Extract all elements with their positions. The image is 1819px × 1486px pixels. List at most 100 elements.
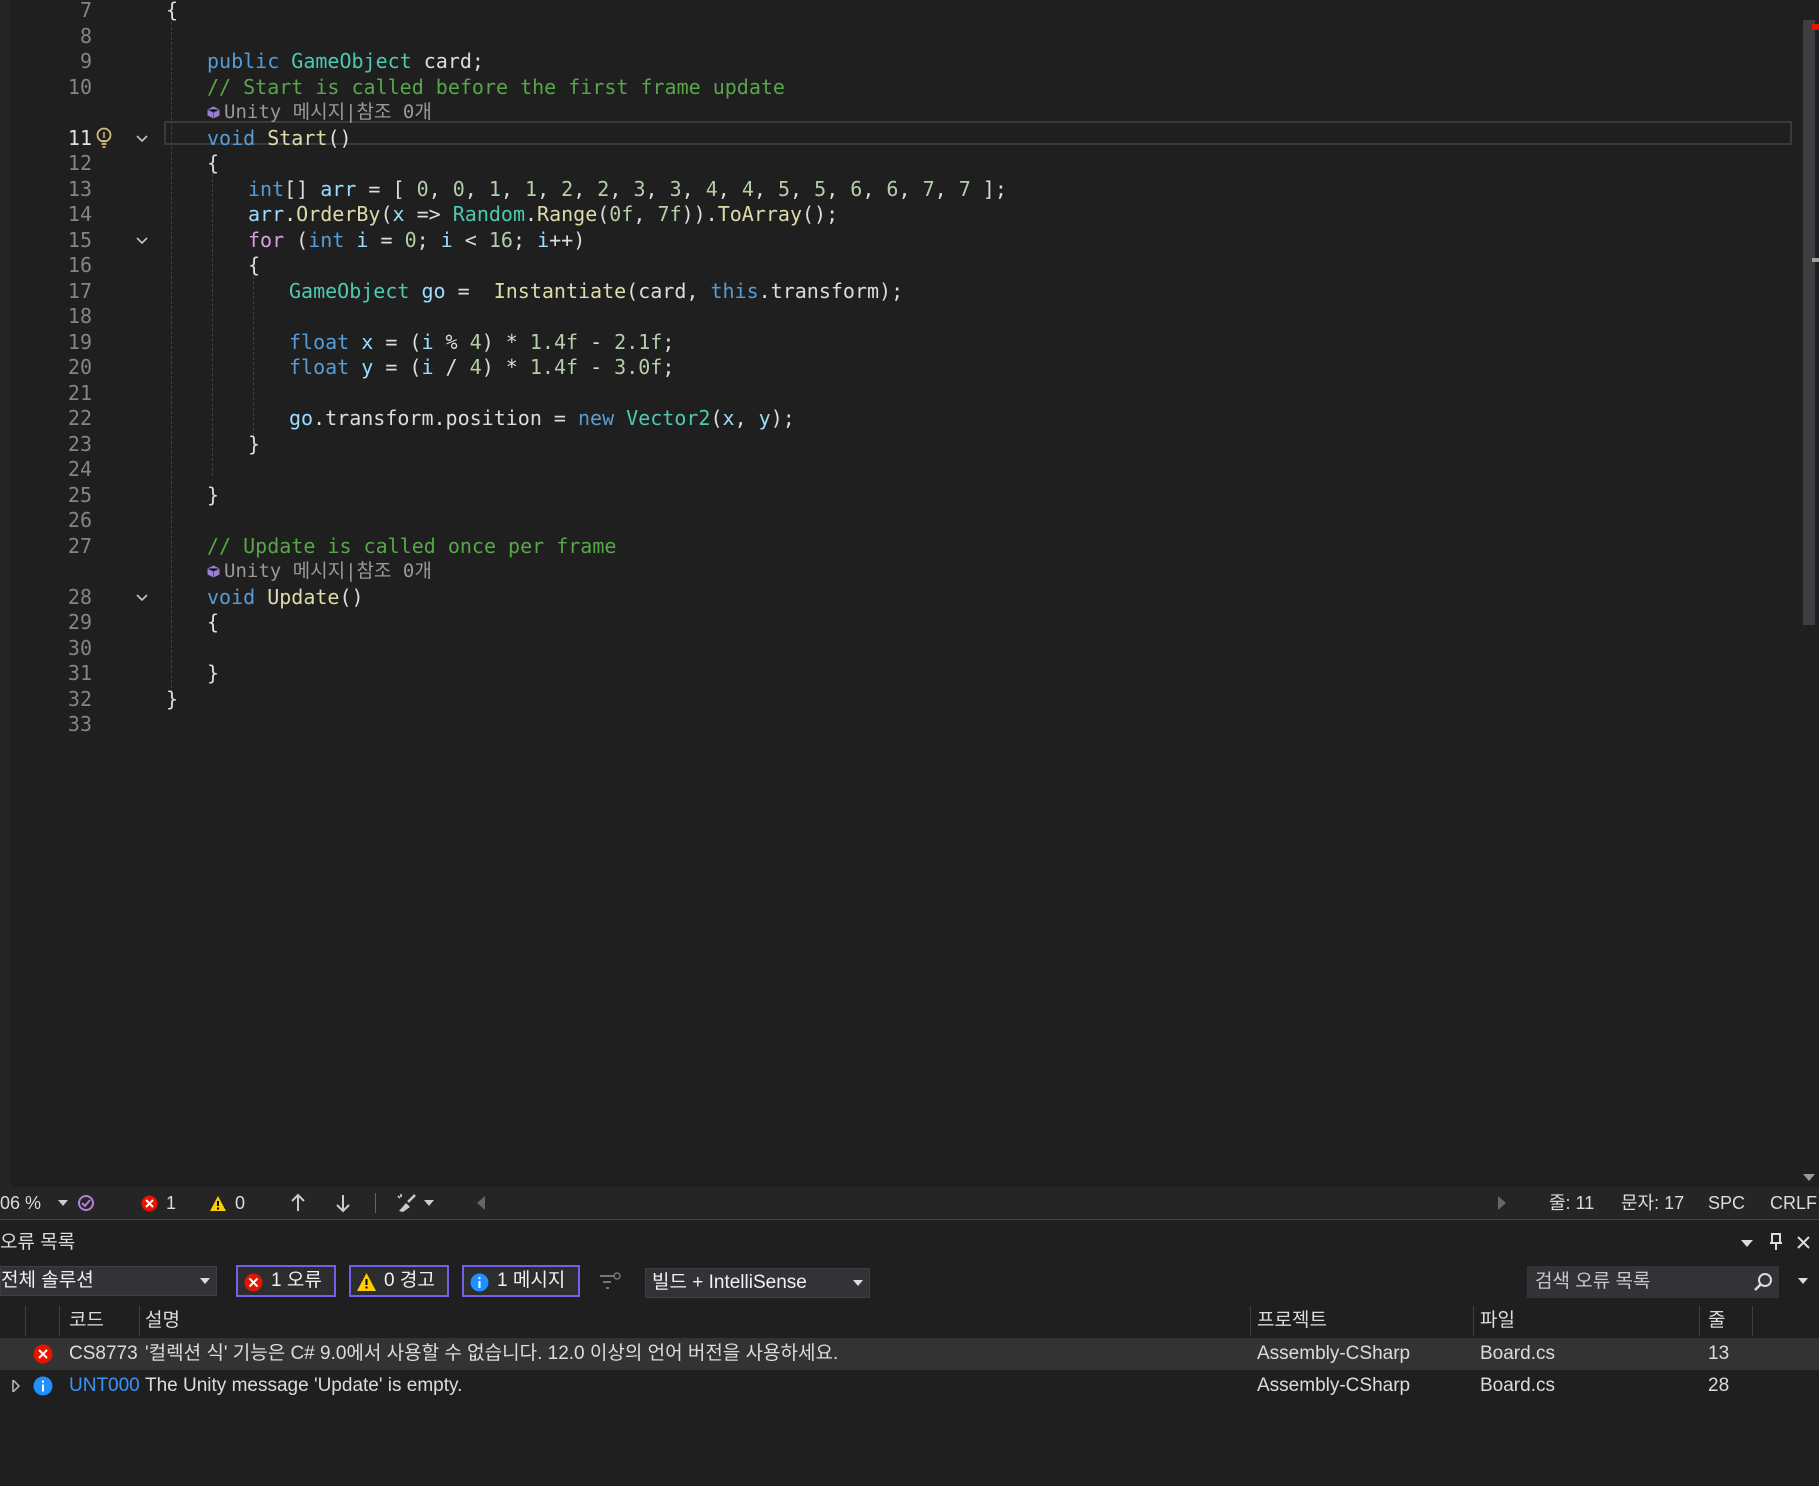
pin-icon[interactable]: [1769, 1233, 1783, 1251]
fold-chevron-icon[interactable]: [134, 590, 150, 606]
line-number: 15: [67, 227, 92, 252]
code-line[interactable]: 10 // Start is called before the first fr…: [0, 75, 1800, 101]
code-line[interactable]: 30: [0, 636, 1800, 662]
line-ending-mode[interactable]: CRLF: [1770, 1187, 1817, 1219]
zoom-level[interactable]: 06 %: [0, 1187, 41, 1219]
code-text: void Start(): [207, 125, 352, 150]
code-line[interactable]: 26: [0, 508, 1800, 534]
code-line[interactable]: 28 void Update(): [0, 585, 1800, 611]
code-line[interactable]: 27 // Update is called once per frame: [0, 534, 1800, 560]
code-line[interactable]: 12 {: [0, 151, 1800, 177]
editor-status-bar: 06 % 1 0 줄: 11 문자: 17 SPC CRLF: [0, 1187, 1819, 1219]
code-line[interactable]: 22 go.transform.position = new Vector2(x,…: [0, 406, 1800, 432]
code-line[interactable]: 20 float y = (i / 4) * 1.4f - 3.0f;: [0, 355, 1800, 381]
code-editor[interactable]: 7{8 9 public GameObject card; 10// Start is…: [0, 0, 1819, 1187]
warnings-filter-button[interactable]: 0 경고: [349, 1265, 449, 1297]
caret-line[interactable]: 줄: 11: [1549, 1187, 1594, 1219]
warning-count-icon[interactable]: [209, 1195, 227, 1212]
unity-cube-icon: [207, 106, 220, 119]
code-cleanup-brush-icon[interactable]: [396, 1193, 418, 1213]
row-line: 28: [1708, 1375, 1730, 1396]
error-list-title: 오류 목록: [0, 1232, 76, 1253]
codelens-hint[interactable]: Unity 메시지|참조 0개: [207, 100, 432, 126]
close-icon[interactable]: [1796, 1235, 1811, 1250]
code-text: for (int i = 0; i < 16; i++): [248, 227, 586, 252]
caret-column[interactable]: 문자: 17: [1621, 1187, 1684, 1219]
scroll-right-arrow-icon[interactable]: [1497, 1196, 1507, 1210]
code-line[interactable]: 24: [0, 457, 1800, 483]
error-count-icon[interactable]: [141, 1195, 158, 1212]
code-line[interactable]: 17 GameObject go = Instantiate(card, this…: [0, 279, 1800, 305]
scroll-left-arrow-icon[interactable]: [476, 1196, 486, 1210]
code-line[interactable]: 7{: [0, 0, 1800, 24]
lightbulb-icon[interactable]: [94, 127, 114, 149]
code-text: arr.OrderBy(x => Random.Range(0f, 7f)).T…: [248, 202, 839, 226]
code-line[interactable]: 11 void Start(): [0, 126, 1800, 152]
line-number: 17: [67, 278, 92, 303]
row-code-link[interactable]: UNT0001: [69, 1370, 139, 1402]
code-line[interactable]: Unity 메시지|참조 0개: [0, 100, 1800, 126]
column-extra: [1753, 1306, 1819, 1336]
search-errors-placeholder: 검색 오류 목록: [1535, 1271, 1651, 1292]
scope-dropdown[interactable]: 전체 솔루션: [0, 1266, 217, 1296]
column-header-code[interactable]: 코드: [60, 1306, 140, 1336]
messages-filter-button[interactable]: 1 메시지: [462, 1265, 580, 1297]
column-header-line[interactable]: 줄: [1700, 1306, 1753, 1336]
code-line[interactable]: 15 for (int i = 0; i < 16; i++): [0, 228, 1800, 254]
search-errors-input[interactable]: 검색 오류 목록: [1527, 1266, 1779, 1298]
cleanup-dropdown-icon[interactable]: [424, 1199, 434, 1207]
code-line[interactable]: 8: [0, 24, 1800, 50]
row-file: Board.cs: [1480, 1343, 1555, 1364]
error-list-panel: 오류 목록 전체 솔루션 1 오류 0 경고 1 메시지 빌드 + Intell…: [0, 1228, 1819, 1486]
line-number: 14: [67, 202, 92, 226]
row-code[interactable]: CS8773: [69, 1338, 139, 1370]
line-number: 21: [67, 380, 92, 405]
search-options-dropdown-icon[interactable]: [1798, 1278, 1808, 1285]
column-header-description[interactable]: 설명: [140, 1306, 1251, 1336]
search-icon[interactable]: [1753, 1272, 1773, 1292]
fold-chevron-icon[interactable]: [134, 233, 150, 249]
next-issue-arrow-icon[interactable]: [335, 1193, 351, 1213]
warning-count[interactable]: 0: [235, 1187, 245, 1219]
code-line[interactable]: Unity 메시지|참조 0개: [0, 559, 1800, 585]
zoom-dropdown-icon[interactable]: [58, 1199, 68, 1207]
filter-options-icon[interactable]: [598, 1272, 622, 1292]
column-header-file[interactable]: 파일: [1474, 1306, 1700, 1336]
fold-chevron-icon[interactable]: [134, 131, 150, 147]
errors-filter-button[interactable]: 1 오류: [236, 1265, 336, 1297]
line-number: 26: [67, 508, 92, 532]
previous-issue-arrow-icon[interactable]: [290, 1193, 306, 1213]
code-line[interactable]: 25}: [0, 483, 1800, 509]
scope-dropdown-value: 전체 솔루션: [1, 1270, 94, 1291]
source-dropdown[interactable]: 빌드 + IntelliSense: [645, 1268, 870, 1298]
code-area[interactable]: 7{8 9 public GameObject card; 10// Start is…: [0, 0, 1800, 1187]
error-list-row[interactable]: UNT0001 The Unity message 'Update' is em…: [0, 1370, 1819, 1402]
code-line[interactable]: 16 {: [0, 253, 1800, 279]
code-line[interactable]: 31}: [0, 661, 1800, 687]
panel-menu-dropdown-icon[interactable]: [1741, 1239, 1753, 1248]
panel-splitter[interactable]: [0, 1219, 1819, 1228]
column-header-project[interactable]: 프로젝트: [1251, 1306, 1474, 1336]
code-text: }: [248, 431, 261, 456]
code-line[interactable]: 29 {: [0, 610, 1800, 636]
code-line[interactable]: 21: [0, 381, 1800, 407]
column-severity[interactable]: [26, 1306, 60, 1336]
error-count[interactable]: 1: [166, 1187, 176, 1219]
vertical-scrollbar[interactable]: [1800, 0, 1819, 1187]
error-list-row[interactable]: CS8773 '컬렉션 식' 기능은 C# 9.0에서 사용할 수 없습니다. …: [0, 1338, 1819, 1370]
code-line[interactable]: 33: [0, 712, 1800, 738]
scroll-down-arrow-icon[interactable]: [1803, 1172, 1815, 1182]
code-health-icon[interactable]: [76, 1193, 96, 1213]
code-line[interactable]: 19 float x = (i % 4) * 1.4f - 2.1f;: [0, 330, 1800, 356]
code-line[interactable]: 18: [0, 304, 1800, 330]
code-line[interactable]: 23}: [0, 432, 1800, 458]
codelens-hint[interactable]: Unity 메시지|참조 0개: [207, 559, 432, 585]
code-line[interactable]: 9 public GameObject card;: [0, 49, 1800, 75]
scrollbar-thumb[interactable]: [1803, 20, 1815, 625]
code-line[interactable]: 13 int[] arr = [ 0, 0, 1, 1, 2, 2, 3, 3, …: [0, 177, 1800, 203]
code-line[interactable]: 32}: [0, 687, 1800, 713]
row-description: '컬렉션 식' 기능은 C# 9.0에서 사용할 수 없습니다. 12.0 이상…: [145, 1343, 839, 1364]
whitespace-mode[interactable]: SPC: [1708, 1187, 1745, 1219]
code-line[interactable]: 14 arr.OrderBy(x => Random.Range(0f, 7f))…: [0, 202, 1800, 228]
expand-arrow-icon[interactable]: [12, 1380, 20, 1392]
